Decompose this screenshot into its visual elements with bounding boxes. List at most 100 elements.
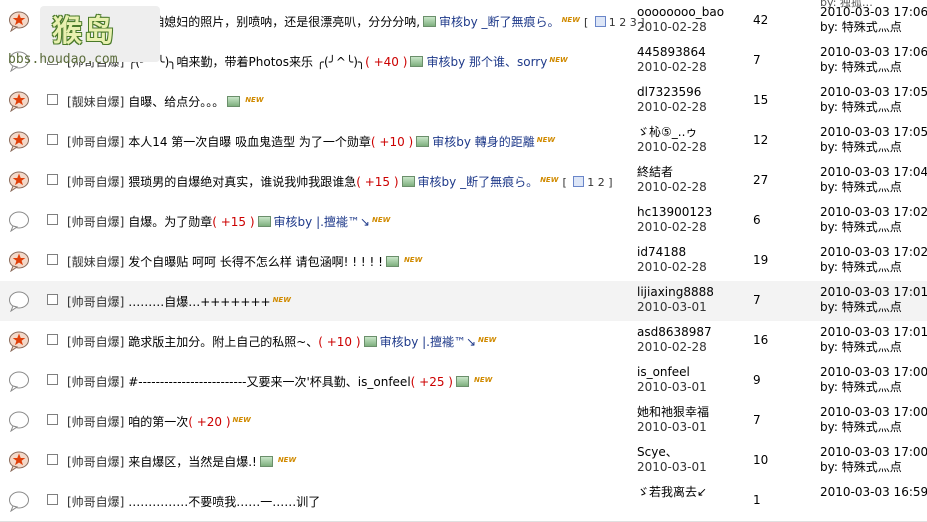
select-checkbox[interactable] [47, 174, 58, 185]
last-post[interactable]: 2010-03-03 17:05 by: 特殊式灬点 [820, 125, 927, 155]
thread-category[interactable]: [帅哥自爆] [67, 455, 128, 469]
last-post-time[interactable]: 2010-03-03 17:01 [820, 325, 927, 340]
last-post-time[interactable]: 2010-03-03 17:05 [820, 85, 927, 100]
thread-category[interactable]: [靓妹自爆] [67, 255, 128, 269]
select-checkbox[interactable] [47, 494, 58, 505]
last-post-time[interactable]: 2010-03-03 17:00 [820, 405, 927, 420]
last-post[interactable]: 2010-03-03 17:04 by: 特殊式灬点 [820, 165, 927, 195]
last-post[interactable]: 2010-03-03 17:02 by: 特殊式灬点 [820, 205, 927, 235]
thread-row[interactable]: [帅哥自爆] 猥琐男的自爆绝对真实，谁说我帅我跟谁急( +15 ) 审核by _断… [0, 161, 927, 202]
thread-title-link[interactable]: 咱的第一次 [128, 415, 188, 429]
select-checkbox[interactable] [47, 294, 58, 305]
thread-category[interactable]: [帅哥自爆] [67, 415, 128, 429]
last-post-time[interactable]: 2010-03-03 16:59 [820, 485, 927, 500]
last-post-time[interactable]: 2010-03-03 17:02 [820, 205, 927, 220]
reviewer-link[interactable]: 审核by |.擅褦™↘ [274, 215, 370, 229]
select-checkbox[interactable] [47, 334, 58, 345]
thread-title-link[interactable]: ╭(╯^╰)╮咱来勤，带着Photos来乐 ╭(╯^╰)╮ [128, 55, 365, 69]
last-post-by[interactable]: by: 特殊式灬点 [820, 340, 927, 355]
thread-title-link[interactable]: 发个自曝贴 呵呵 长得不怎么样 请包涵啊! ! ! ! ! [128, 255, 383, 269]
last-post[interactable]: 2010-03-03 17:06 by: 特殊式灬点 [820, 45, 927, 75]
last-post-by[interactable]: by: 特殊式灬点 [820, 20, 927, 35]
last-post[interactable]: 2010-03-03 17:02 by: 特殊式灬点 [820, 245, 927, 275]
forum-logo[interactable]: 猴岛 bbs.houdao.com [0, 0, 160, 72]
last-post-time[interactable]: 2010-03-03 17:04 [820, 165, 927, 180]
thread-category[interactable]: [帅哥自爆] [67, 495, 128, 509]
page-numbers[interactable]: 1 2 [587, 176, 605, 189]
last-post[interactable]: 2010-03-03 17:01 by: 特殊式灬点 [820, 325, 927, 355]
select-checkbox[interactable] [47, 414, 58, 425]
thread-row[interactable]: [帅哥自爆] 咱的第一次( +20 ) NEW 她和祂狠幸福 2010-03-01 7 2… [0, 401, 927, 442]
thread-category[interactable]: [帅哥自爆] [67, 375, 128, 389]
last-post-by[interactable]: by: 特殊式灬点 [820, 380, 927, 395]
select-checkbox[interactable] [47, 254, 58, 265]
thread-row[interactable]: [帅哥自爆] 本人14 第一次自曝 吸血鬼造型 为了一个勋章( +10 ) 审核b… [0, 121, 927, 162]
last-post-time[interactable]: 2010-03-03 17:00 [820, 445, 927, 460]
thread-row[interactable]: [帅哥自爆] ……………不要喷我……一……训了 ゞ若我离去↙ 1 2010-03-03… [0, 481, 927, 522]
last-post-by[interactable]: by: 特殊式灬点 [820, 140, 927, 155]
thread-row[interactable]: [靓妹自爆] 自曝、给点分。。。 NEW dl7323596 2010-02-28 15… [0, 81, 927, 122]
last-post[interactable]: 2010-03-03 17:00 by: 特殊式灬点 [820, 445, 927, 475]
thread-row[interactable]: [帅哥自爆] 跪求版主加分。附上自己的私照~、( +10 ) 审核by |.擅褦™… [0, 321, 927, 362]
thread-row[interactable]: [帅哥自爆] #-------------------------又要来一次'杯… [0, 361, 927, 402]
last-post-time[interactable]: 2010-03-03 17:05 [820, 125, 927, 140]
author-name[interactable]: lijiaxing8888 [637, 285, 714, 300]
last-post-by[interactable]: by: 特殊式灬点 [820, 420, 927, 435]
author-name[interactable]: 她和祂狠幸福 [637, 405, 709, 420]
thread-category[interactable]: [靓妹自爆] [67, 95, 128, 109]
page-links[interactable]: [ 1 2 3 ] [584, 16, 645, 29]
thread-row[interactable]: [帅哥自爆] ………自爆…+++++++ NEW lijiaxing8888 2010… [0, 281, 927, 322]
author-name[interactable]: Scye、 [637, 445, 707, 460]
page-links[interactable]: [ 1 2 ] [562, 176, 613, 189]
reviewer-link[interactable]: 审核by _断了無痕ら。 [418, 175, 539, 189]
last-post[interactable]: 2010-03-03 16:59 [820, 485, 927, 500]
select-checkbox[interactable] [47, 454, 58, 465]
thread-category[interactable]: [帅哥自爆] [67, 135, 128, 149]
thread-title-link[interactable]: 自曝、给点分。。。 [128, 95, 224, 109]
select-checkbox[interactable] [47, 214, 58, 225]
page-numbers[interactable]: 1 2 3 [609, 16, 637, 29]
last-post[interactable]: 2010-03-03 17:05 by: 特殊式灬点 [820, 85, 927, 115]
last-post-by[interactable]: by: 特殊式灬点 [820, 180, 927, 195]
author-name[interactable]: 445893864 [637, 45, 707, 60]
last-post-by[interactable]: by: 特殊式灬点 [820, 300, 927, 315]
last-post-by[interactable]: by: 特殊式灬点 [820, 220, 927, 235]
author-name[interactable]: is_onfeel [637, 365, 707, 380]
author-name[interactable]: 終結者 [637, 165, 707, 180]
author-name[interactable]: dl7323596 [637, 85, 707, 100]
reviewer-link[interactable]: 审核by |.擅褦™↘ [380, 335, 476, 349]
select-checkbox[interactable] [47, 134, 58, 145]
thread-title-link[interactable]: ………自爆…+++++++ [128, 295, 270, 309]
thread-title-link[interactable]: 本人14 第一次自曝 吸血鬼造型 为了一个勋章 [128, 135, 371, 149]
author-name[interactable]: hc13900123 [637, 205, 712, 220]
thread-title-link[interactable]: #-------------------------又要来一次'杯具勤、is_o… [128, 375, 410, 389]
select-checkbox[interactable] [47, 374, 58, 385]
author-name[interactable]: id74188 [637, 245, 707, 260]
reviewer-link[interactable]: 审核by _断了無痕ら。 [439, 15, 560, 29]
last-post-time[interactable]: 2010-03-03 17:06 [820, 45, 927, 60]
thread-category[interactable]: [帅哥自爆] [67, 215, 128, 229]
last-post-by[interactable]: by: 特殊式灬点 [820, 60, 927, 75]
last-post[interactable]: 2010-03-03 17:01 by: 特殊式灬点 [820, 285, 927, 315]
author-name[interactable]: ゞ若我离去↙ [637, 485, 707, 500]
thread-title-link[interactable]: 猥琐男的自爆绝对真实，谁说我帅我跟谁急 [128, 175, 356, 189]
author-name[interactable]: ゞ杺⑤_..ゥ [637, 125, 707, 140]
reviewer-link[interactable]: 审核by 轉身的距離 [432, 135, 535, 149]
last-post-by[interactable]: by: 特殊式灬点 [820, 460, 927, 475]
last-post[interactable]: 2010-03-03 17:00 by: 特殊式灬点 [820, 365, 927, 395]
last-post-time[interactable]: 2010-03-03 17:02 [820, 245, 927, 260]
last-post-by[interactable]: by: 特殊式灬点 [820, 260, 927, 275]
thread-title-link[interactable]: 来自爆区，当然是自爆.! [128, 455, 257, 469]
last-post-by[interactable]: by: 特殊式灬点 [820, 100, 927, 115]
thread-title-link[interactable]: 自爆。为了勋章 [128, 215, 212, 229]
thread-row[interactable]: [帅哥自爆] 自爆。为了勋章( +15 ) 审核by |.擅褦™↘ NEW hc139… [0, 201, 927, 242]
last-post-time[interactable]: 2010-03-03 17:01 [820, 285, 927, 300]
thread-row[interactable]: [帅哥自爆] 来自爆区，当然是自爆.! NEW Scye、 2010-03-01 10 2… [0, 441, 927, 482]
thread-category[interactable]: [帅哥自爆] [67, 335, 128, 349]
thread-title-link[interactable]: ……………不要喷我……一……训了 [128, 495, 320, 509]
last-post-time[interactable]: 2010-03-03 17:00 [820, 365, 927, 380]
thread-category[interactable]: [帅哥自爆] [67, 295, 128, 309]
last-post[interactable]: 2010-03-03 17:00 by: 特殊式灬点 [820, 405, 927, 435]
author-name[interactable]: asd8638987 [637, 325, 712, 340]
select-checkbox[interactable] [47, 94, 58, 105]
